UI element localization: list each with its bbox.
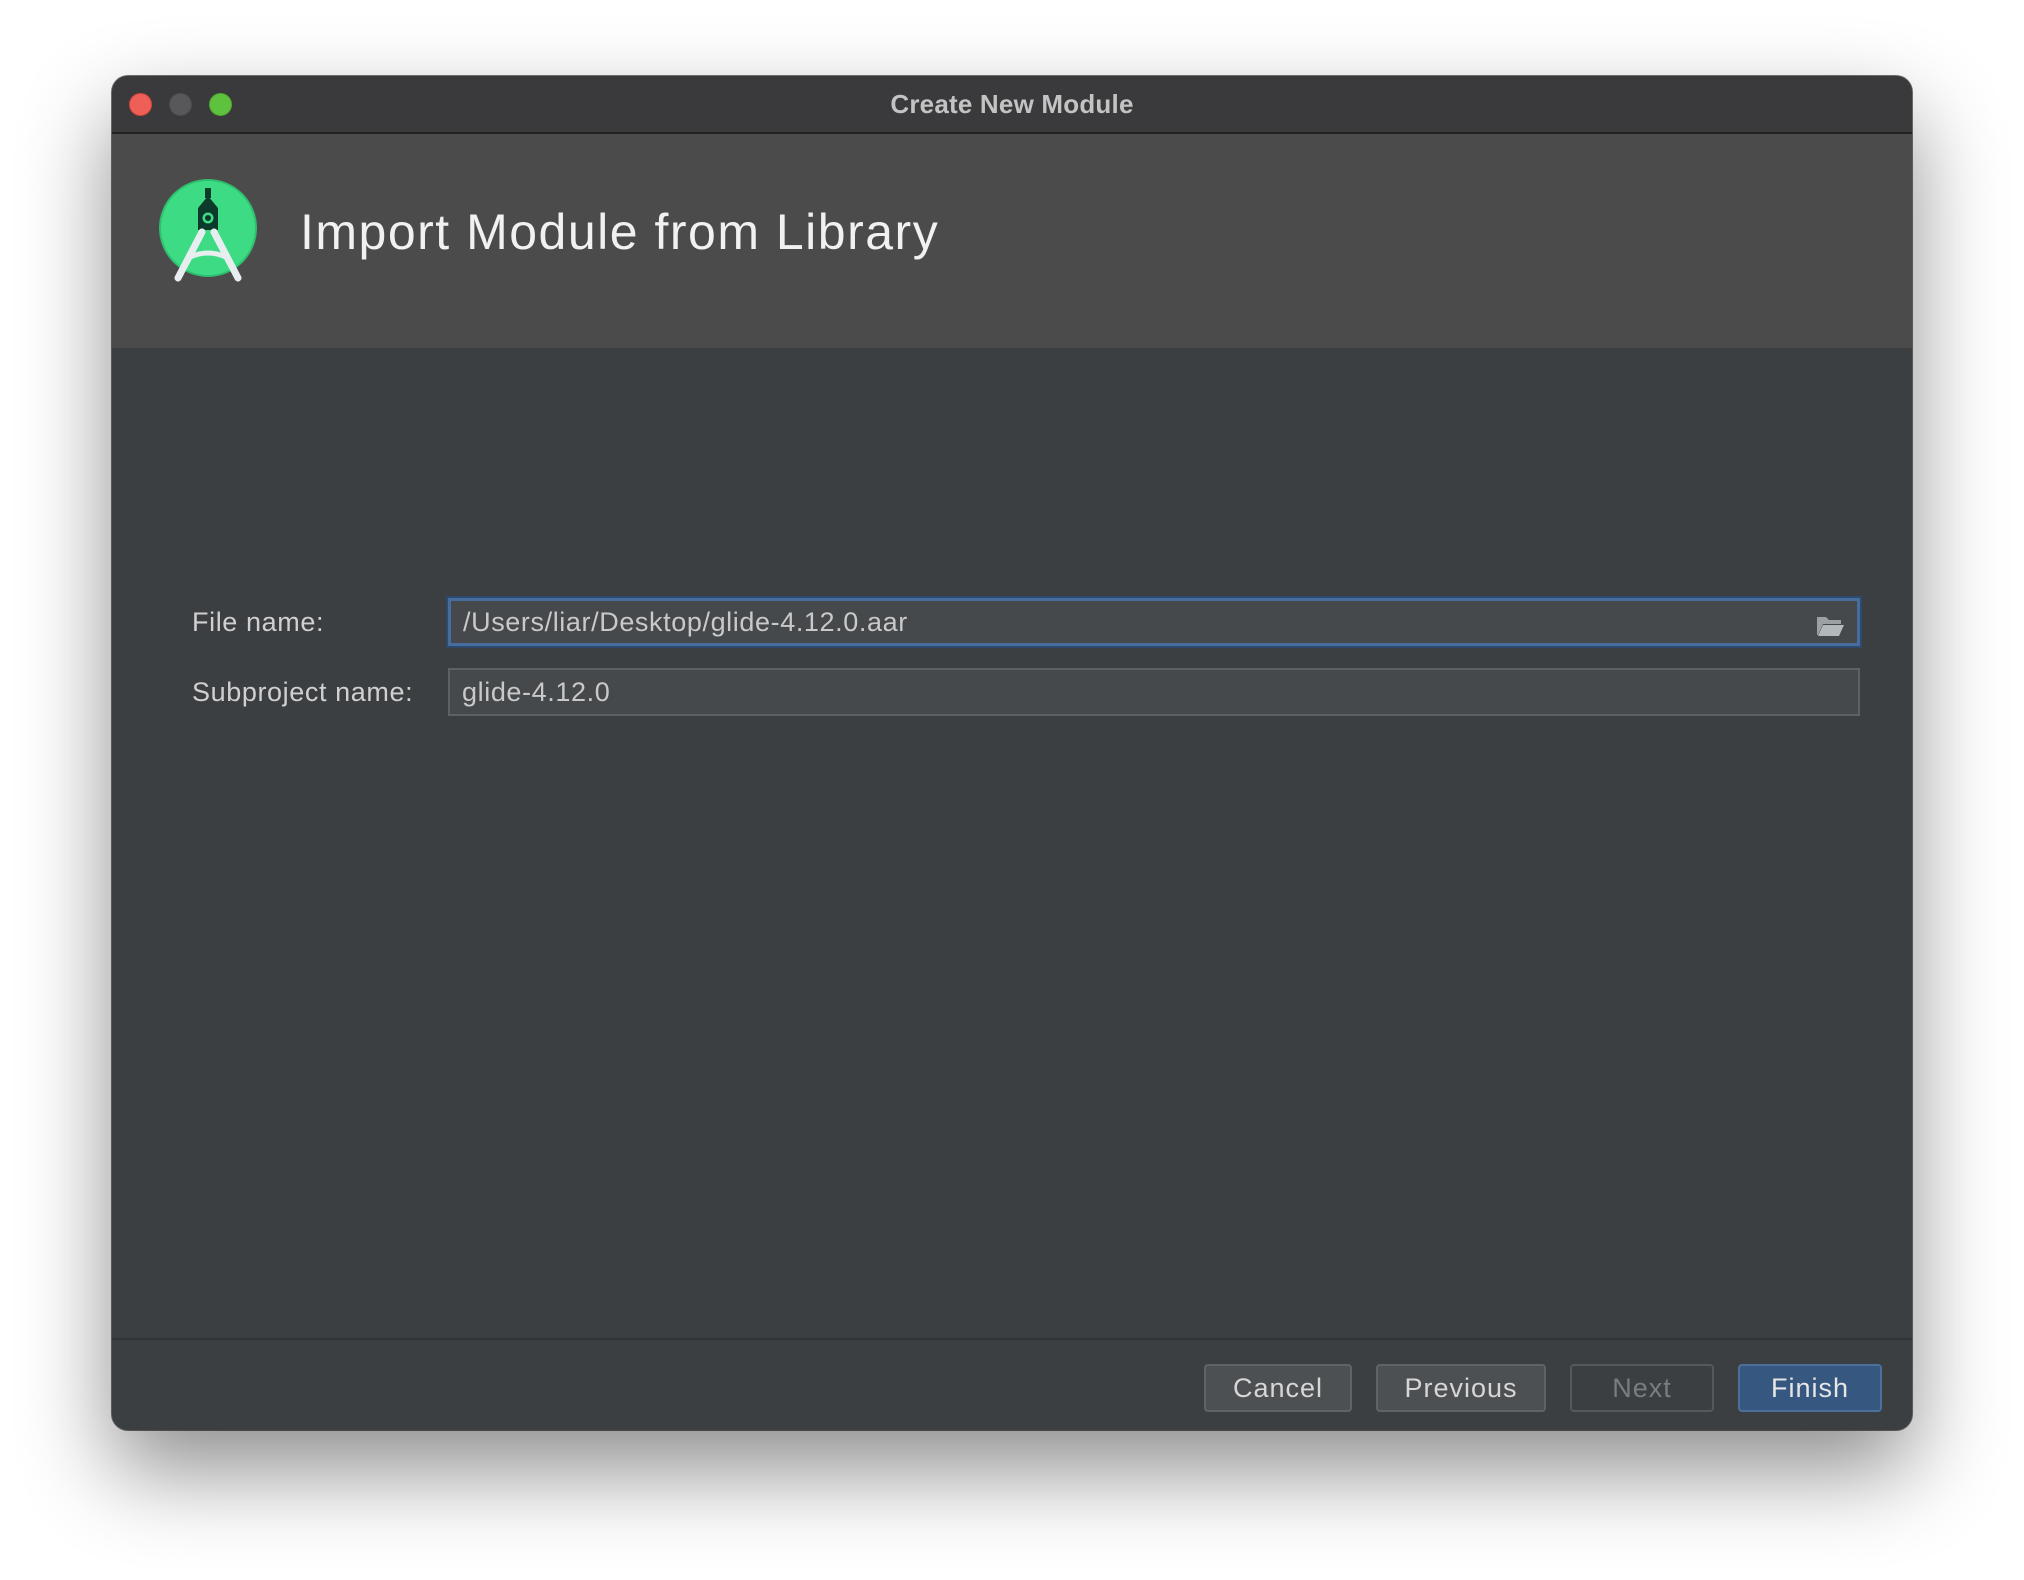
- android-studio-logo-icon: [158, 178, 258, 284]
- file-name-label: File name:: [192, 607, 325, 637]
- wizard-content: File name: /Users/liar/Desktop/glide-4.1…: [112, 348, 1912, 1338]
- subproject-name-value[interactable]: glide-4.12.0: [462, 670, 1846, 714]
- window-title: Create New Module: [890, 89, 1134, 119]
- title-bar[interactable]: Create New Module: [112, 76, 1912, 134]
- wizard-footer: Cancel Previous Next Finish: [112, 1338, 1912, 1430]
- file-name-value[interactable]: /Users/liar/Desktop/glide-4.12.0.aar: [463, 601, 1845, 643]
- next-button[interactable]: Next: [1570, 1364, 1714, 1412]
- finish-button[interactable]: Finish: [1738, 1364, 1882, 1412]
- file-name-input[interactable]: /Users/liar/Desktop/glide-4.12.0.aar: [448, 598, 1860, 646]
- subproject-name-label: Subproject name:: [192, 677, 414, 707]
- page-title: Import Module from Library: [300, 204, 940, 260]
- create-new-module-dialog: Create New Module Import Module from Lib…: [112, 76, 1912, 1430]
- subproject-name-input[interactable]: glide-4.12.0: [448, 668, 1860, 716]
- wizard-header: Import Module from Library: [112, 134, 1912, 348]
- previous-button[interactable]: Previous: [1376, 1364, 1546, 1412]
- folder-open-icon[interactable]: [1815, 609, 1845, 636]
- cancel-button[interactable]: Cancel: [1204, 1364, 1352, 1412]
